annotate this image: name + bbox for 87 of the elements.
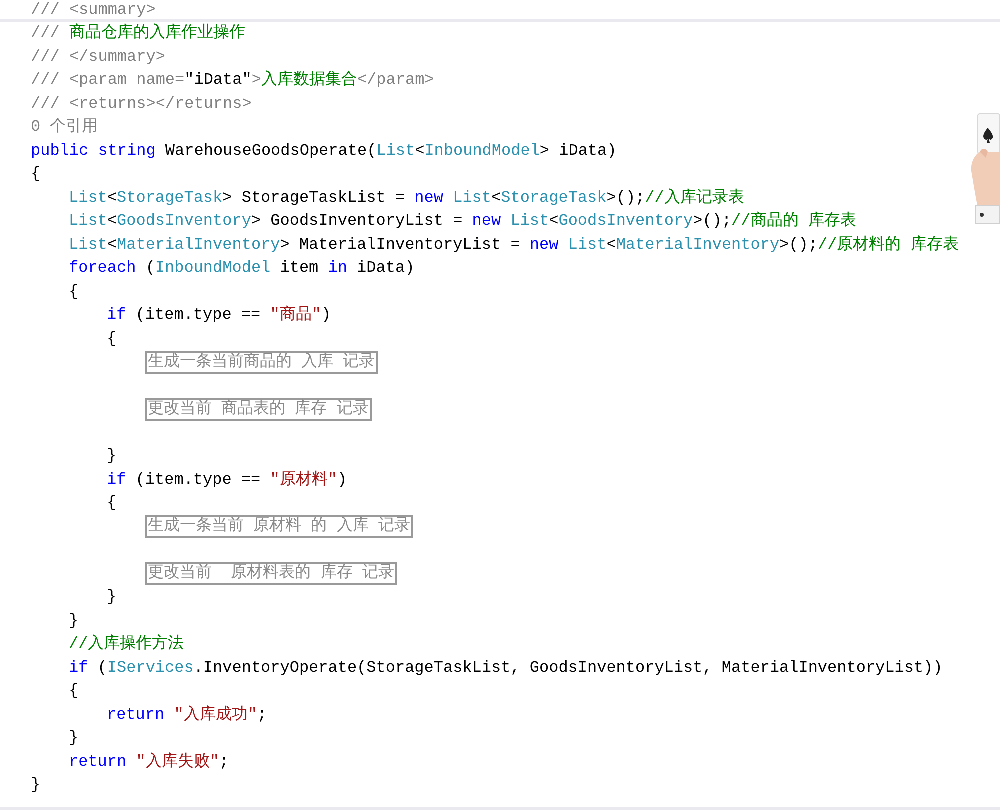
keyword: return <box>107 704 165 726</box>
code-text: } <box>31 775 41 796</box>
doc-comment: /// <param name= <box>31 70 185 92</box>
keyword: if <box>107 470 126 491</box>
keyword: new <box>472 211 502 232</box>
string-literal: "入库成功" <box>173 704 258 726</box>
comment: 商品仓库的入库作业操作 <box>69 22 246 44</box>
string-literal: "商品" <box>270 304 322 326</box>
comment: //入库操作方法 <box>69 634 184 656</box>
code-text: } <box>69 728 79 750</box>
comment: //原材料的 库存表 <box>818 234 959 256</box>
type-name: StorageTask <box>117 188 223 209</box>
code-text: { <box>31 164 41 186</box>
type-name: MaterialInventory <box>117 234 280 256</box>
doc-comment: </param> <box>357 70 434 92</box>
placeholder-box: 生成一条当前商品的 入库 记录 <box>145 350 378 374</box>
code-text: { <box>107 493 117 514</box>
code-text: { <box>69 681 79 702</box>
code-text: (item.type == <box>134 470 262 491</box>
type-name: InboundModel <box>424 140 540 162</box>
code-text: < <box>107 188 118 209</box>
placeholder-box: 更改当前 商品表的 库存 记录 <box>145 398 372 421</box>
doc-comment: /// <box>31 23 61 44</box>
code-text: ) <box>337 470 348 491</box>
code-text: { <box>69 282 79 303</box>
code-text: < <box>107 234 118 256</box>
keyword: public <box>31 140 89 162</box>
code-text: "iData" <box>184 70 252 92</box>
type-name: List <box>510 211 550 232</box>
keyword: in <box>328 258 348 280</box>
keyword: new <box>414 188 444 209</box>
type-name: InboundModel <box>155 258 271 280</box>
code-text: >(); <box>780 234 818 256</box>
keyword: return <box>69 752 127 773</box>
type-name: IServices <box>107 658 194 679</box>
type-name: List <box>452 188 492 209</box>
code-text: ; <box>257 704 268 726</box>
doc-comment: > <box>252 70 262 92</box>
placeholder-box: 更改当前 原材料表的 库存 记录 <box>145 562 398 586</box>
keyword: new <box>530 234 559 256</box>
type-name: List <box>376 140 416 162</box>
code-text: { <box>107 328 117 350</box>
code-text: ( <box>144 258 156 280</box>
code-text: WarehouseGoodsOperate( <box>164 140 377 162</box>
code-text: ; <box>219 752 230 773</box>
code-text: < <box>415 140 425 162</box>
code-text: iData) <box>356 258 415 280</box>
string-literal: "原材料" <box>270 470 338 491</box>
keyword: string <box>97 140 156 162</box>
comment: //入库记录表 <box>645 188 744 209</box>
code-text: .InventoryOperate(StorageTaskList, GoodsInventoryList, MaterialInventoryList)) <box>194 658 943 679</box>
comment: 入库数据集合 <box>261 70 358 92</box>
type-name: GoodsInventory <box>117 211 252 232</box>
code-text: >(); <box>606 188 646 209</box>
code-text: > MaterialInventoryList = <box>280 234 522 256</box>
code-text: (item.type == <box>134 305 262 326</box>
string-literal: "入库失败" <box>135 752 220 773</box>
type-name: List <box>69 188 108 209</box>
code-text: < <box>549 211 559 232</box>
doc-comment: /// <summary> <box>31 0 156 21</box>
type-name: List <box>567 234 607 256</box>
code-text: ( <box>96 658 108 679</box>
reference-count: 0 个引用 <box>31 117 98 138</box>
code-text: ) <box>321 305 332 326</box>
code-text: < <box>107 211 118 232</box>
doc-comment: /// <returns></returns> <box>31 94 252 115</box>
code-text: < <box>606 234 616 256</box>
code-text: } <box>107 587 117 608</box>
code-text: > StorageTaskList = <box>222 188 406 209</box>
code-text: >(); <box>693 211 732 232</box>
code-text: < <box>492 188 502 209</box>
code-text: } <box>69 610 79 632</box>
placeholder-box: 生成一条当前 原材料 的 入库 记录 <box>145 515 414 538</box>
code-text: > GoodsInventoryList = <box>251 211 464 232</box>
doc-comment: /// </summary> <box>31 46 166 68</box>
type-name: List <box>69 211 108 232</box>
code-text: } <box>107 446 117 468</box>
code-text: > iData) <box>540 140 617 162</box>
keyword: if <box>69 658 88 679</box>
type-name: List <box>69 234 108 256</box>
type-name: StorageTask <box>501 188 607 209</box>
code-text: item <box>279 258 320 280</box>
keyword: if <box>107 305 126 326</box>
type-name: GoodsInventory <box>558 211 694 232</box>
comment: //商品的 库存表 <box>732 210 856 232</box>
keyword: foreach <box>69 258 136 280</box>
type-name: MaterialInventory <box>616 234 780 256</box>
